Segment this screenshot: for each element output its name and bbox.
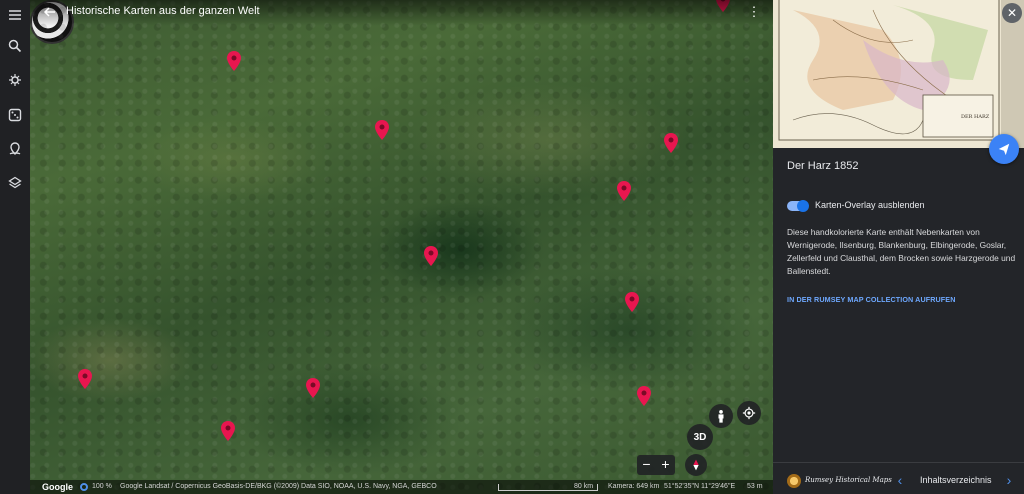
zoom-out-button[interactable]: − bbox=[637, 455, 656, 475]
camera-altitude: Kamera: 649 km bbox=[608, 483, 660, 490]
zoom-controls: − + bbox=[637, 455, 675, 475]
table-of-contents-link[interactable]: Inhaltsverzeichnis bbox=[920, 475, 992, 485]
rumsey-collection-link[interactable]: IN DER RUMSEY MAP COLLECTION AUFRUFEN bbox=[787, 295, 956, 304]
random-button[interactable] bbox=[6, 106, 24, 124]
more-options-button[interactable]: ⋮ bbox=[747, 4, 761, 20]
map-pin-icon[interactable] bbox=[664, 133, 678, 153]
street-view-button[interactable] bbox=[709, 404, 733, 428]
project-title: Historische Karten aus der ganzen Welt bbox=[66, 5, 260, 17]
map-caption: DER HARZ bbox=[961, 114, 990, 120]
compass-icon bbox=[693, 459, 699, 471]
back-button[interactable] bbox=[42, 4, 58, 20]
close-panel-button[interactable]: ✕ bbox=[1002, 3, 1022, 23]
pegman-icon bbox=[718, 410, 724, 423]
historic-map-image: DER HARZ bbox=[773, 0, 1024, 148]
earth-app: Historische Karten aus der ganzen Welt ⋮… bbox=[0, 0, 1024, 494]
my-location-icon bbox=[742, 406, 756, 420]
rumsey-logo-icon bbox=[787, 474, 801, 488]
projects-icon bbox=[9, 142, 21, 155]
map-description: Diese handkolorierte Karte enthält Neben… bbox=[787, 227, 1016, 276]
elevation: 53 m bbox=[747, 483, 763, 490]
map-pin-icon[interactable] bbox=[617, 181, 631, 201]
map-pin-icon[interactable] bbox=[221, 421, 235, 441]
menu-button[interactable] bbox=[6, 6, 24, 24]
arrow-back-icon bbox=[43, 7, 55, 17]
panel-footer: Rumsey Historical Maps ‹ Inhaltsverzeich… bbox=[773, 462, 1024, 494]
attribution[interactable]: Google Landsat / Copernicus GeoBasis-DE/… bbox=[120, 483, 437, 490]
map-pin-icon[interactable] bbox=[375, 120, 389, 140]
voyager-icon bbox=[9, 74, 21, 86]
projects-button[interactable] bbox=[6, 140, 24, 158]
historic-map-thumbnail[interactable]: DER HARZ bbox=[773, 0, 1024, 148]
next-button[interactable]: › bbox=[1002, 471, 1016, 489]
previous-button[interactable]: ‹ bbox=[893, 471, 907, 489]
map-pin-icon[interactable] bbox=[78, 369, 92, 389]
scale-label: 80 km bbox=[574, 483, 594, 490]
dice-icon bbox=[8, 108, 22, 122]
map-pin-icon[interactable] bbox=[306, 378, 320, 398]
status-bar: Google 100 % Google Landsat / Copernicus… bbox=[30, 480, 773, 494]
overlay-toggle-label: Karten-Overlay ausblenden bbox=[815, 200, 925, 210]
loading-ring-icon bbox=[80, 483, 88, 491]
overlay-toggle[interactable] bbox=[787, 200, 809, 212]
left-rail bbox=[0, 0, 30, 494]
satellite-map[interactable]: Historische Karten aus der ganzen Welt ⋮… bbox=[30, 0, 773, 494]
close-icon: ✕ bbox=[1006, 6, 1018, 20]
toggle-3d-label: 3D bbox=[693, 431, 707, 443]
my-location-button[interactable] bbox=[737, 401, 761, 425]
more-vert-icon: ⋮ bbox=[747, 4, 761, 19]
load-percent: 100 % bbox=[92, 483, 112, 490]
toggle-3d-button[interactable]: 3D bbox=[687, 424, 713, 450]
map-pin-icon[interactable] bbox=[637, 386, 651, 406]
map-title: Der Harz 1852 bbox=[787, 160, 859, 172]
menu-icon bbox=[9, 10, 21, 20]
layers-button[interactable] bbox=[6, 174, 24, 192]
info-panel: DER HARZ ✕ Der Harz 1852 Karten-Overlay … bbox=[773, 0, 1024, 494]
voyager-button[interactable] bbox=[6, 71, 24, 89]
map-pin-icon[interactable] bbox=[625, 292, 639, 312]
rumsey-logo-text: Rumsey Historical Maps bbox=[805, 476, 892, 484]
map-pin-icon[interactable] bbox=[424, 246, 438, 266]
layers-icon bbox=[8, 176, 22, 189]
search-button[interactable] bbox=[6, 37, 24, 55]
search-icon bbox=[8, 39, 22, 53]
send-icon bbox=[998, 143, 1010, 156]
google-logo: Google bbox=[42, 482, 73, 492]
compass-button[interactable] bbox=[685, 454, 707, 476]
map-pin-icon[interactable] bbox=[227, 51, 241, 71]
zoom-in-button[interactable]: + bbox=[656, 455, 675, 475]
share-button[interactable] bbox=[989, 134, 1019, 164]
map-title-bar: Historische Karten aus der ganzen Welt ⋮ bbox=[30, 0, 773, 26]
coordinates: 51°52'35"N 11°29'46"E bbox=[664, 483, 736, 490]
